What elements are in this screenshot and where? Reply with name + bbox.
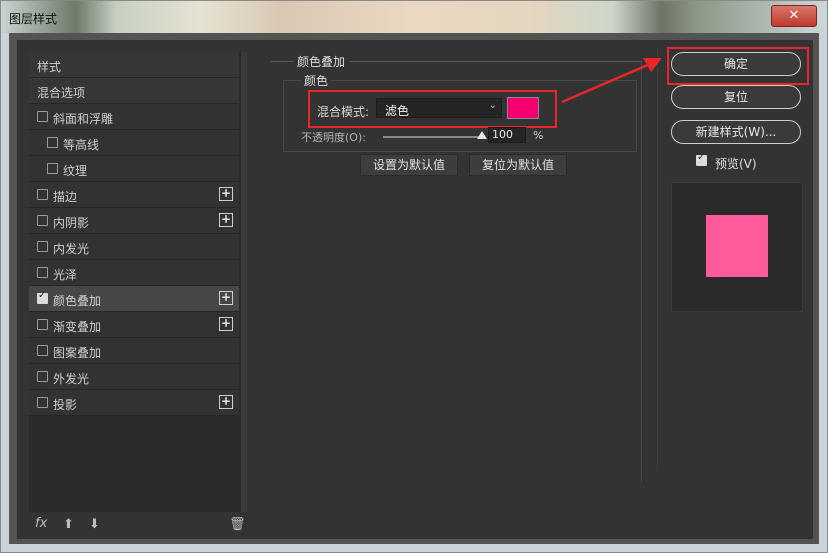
style-item-checkbox[interactable] [47, 137, 58, 148]
style-item-checkbox[interactable] [37, 371, 48, 382]
style-item-label: 斜面和浮雕 [53, 112, 114, 126]
title-bar[interactable]: 图层样式 ✕ [1, 1, 827, 33]
style-item-label: 内阴影 [53, 216, 90, 230]
style-item-checkbox[interactable] [47, 163, 58, 174]
style-item[interactable]: 外发光 [29, 364, 239, 390]
style-item[interactable]: 图案叠加 [29, 338, 239, 364]
set-default-button[interactable]: 设置为默认值 [360, 154, 458, 176]
annotation-highlight-blend [308, 90, 557, 128]
style-item-checkbox[interactable] [37, 111, 48, 122]
style-item-label: 渐变叠加 [53, 320, 102, 334]
opacity-slider-track[interactable] [383, 136, 483, 138]
style-item-checkbox[interactable] [37, 290, 48, 304]
style-item[interactable]: 描边 + [29, 182, 239, 208]
preview-checkbox[interactable] [696, 152, 707, 166]
reset-button[interactable]: 复位 [671, 85, 801, 109]
style-item-checkbox[interactable] [37, 267, 48, 278]
style-item-label: 颜色叠加 [53, 294, 102, 308]
new-style-button[interactable]: 新建样式(W)... [671, 120, 801, 144]
opacity-label: 不透明度(O): [301, 131, 366, 144]
style-list-scrollbar[interactable] [241, 52, 247, 512]
dialog-content: 样式混合选项斜面和浮雕等高线纹理描边+内阴影+内发光光泽颜色叠加+渐变叠加+图案… [17, 40, 813, 539]
add-effect-icon[interactable]: + [219, 291, 233, 305]
add-effect-icon[interactable]: + [219, 317, 233, 331]
reset-default-button[interactable]: 复位为默认值 [469, 154, 567, 176]
preview-box [671, 182, 803, 312]
style-item[interactable]: 样式 [29, 52, 239, 78]
style-item-checkbox[interactable] [37, 189, 48, 200]
style-list: 样式混合选项斜面和浮雕等高线纹理描边 + 内阴影 + 内发光光泽颜色叠加 + 渐变叠加 + 图案… [29, 52, 247, 512]
style-item-label: 光泽 [53, 268, 78, 282]
style-item[interactable]: 内发光 [29, 234, 239, 260]
fx-icon[interactable]: fx [35, 516, 47, 531]
opacity-slider-thumb[interactable] [477, 131, 487, 139]
style-item[interactable]: 斜面和浮雕 [29, 104, 239, 130]
style-item-label: 纹理 [63, 164, 88, 178]
close-button[interactable]: ✕ [771, 5, 817, 27]
style-item-label: 投影 [53, 398, 78, 412]
window-title: 图层样式 [9, 12, 58, 26]
section-title: 颜色叠加 [293, 53, 350, 70]
move-up-icon[interactable]: ⬆ [63, 517, 74, 532]
style-item-label: 图案叠加 [53, 346, 102, 360]
style-item[interactable]: 颜色叠加 + [29, 286, 239, 312]
style-item-checkbox[interactable] [37, 241, 48, 252]
color-group-title: 颜色 [301, 72, 332, 89]
style-item-label: 描边 [53, 190, 78, 204]
add-effect-icon[interactable]: + [219, 187, 233, 201]
preview-swatch [706, 215, 768, 277]
style-item[interactable]: 光泽 [29, 260, 239, 286]
preview-label: 预览(V) [715, 157, 757, 171]
opacity-input[interactable]: 100 [488, 127, 526, 143]
style-item-checkbox[interactable] [37, 215, 48, 226]
style-item-checkbox[interactable] [37, 397, 48, 408]
style-item-checkbox[interactable] [37, 345, 48, 356]
move-down-icon[interactable]: ⬇ [89, 517, 100, 532]
style-item[interactable]: 内阴影 + [29, 208, 239, 234]
style-item-label: 内发光 [53, 242, 90, 256]
style-item-checkbox[interactable] [37, 319, 48, 330]
layer-style-dialog: 图层样式 ✕ 样式混合选项斜面和浮雕等高线纹理描边+内阴影+内发光光泽颜色叠加+… [0, 0, 828, 553]
style-item[interactable]: 投影 + [29, 390, 239, 416]
panel-divider [657, 48, 658, 468]
dialog-client-area: 样式混合选项斜面和浮雕等高线纹理描边+内阴影+内发光光泽颜色叠加+渐变叠加+图案… [9, 33, 819, 544]
style-item[interactable]: 纹理 [29, 156, 239, 182]
style-item-label: 样式 [37, 60, 62, 74]
style-item-label: 外发光 [53, 372, 90, 386]
style-item-label: 混合选项 [37, 86, 86, 100]
style-list-toolbar: fx ⬆ ⬇ 🗑 [29, 512, 247, 538]
style-item[interactable]: 等高线 [29, 130, 239, 156]
style-item[interactable]: 混合选项 [29, 78, 239, 104]
add-effect-icon[interactable]: + [219, 395, 233, 409]
style-item[interactable]: 渐变叠加 + [29, 312, 239, 338]
add-effect-icon[interactable]: + [219, 213, 233, 227]
annotation-highlight-ok [667, 47, 809, 85]
trash-icon[interactable]: 🗑 [229, 517, 246, 532]
opacity-unit: % [533, 129, 544, 142]
style-item-label: 等高线 [63, 138, 100, 152]
